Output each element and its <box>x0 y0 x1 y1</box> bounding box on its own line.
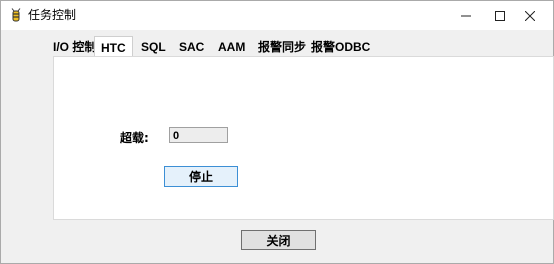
tab-sql[interactable]: SQL <box>141 38 166 56</box>
tab-alarm-odbc[interactable]: 报警ODBC <box>311 38 370 56</box>
tab-aam[interactable]: AAM <box>218 38 245 56</box>
tab-htc[interactable]: HTC <box>94 36 133 57</box>
tab-io-control[interactable]: I/O 控制 <box>53 38 96 56</box>
close-button[interactable]: 关闭 <box>241 230 316 250</box>
overload-label: 超载: <box>120 131 149 145</box>
close-window-button[interactable] <box>507 1 553 30</box>
tab-alarm-sync[interactable]: 报警同步 <box>258 38 306 56</box>
bee-app-icon <box>11 8 21 22</box>
title-bar[interactable]: 任务控制 <box>1 1 553 30</box>
overload-field[interactable]: 0 <box>169 127 228 143</box>
window-title: 任务控制 <box>28 8 77 22</box>
task-control-window: 任务控制 I/O 控制 HTC SQL SAC AAM 报警同步 报警ODBC … <box>0 0 554 264</box>
tab-sac[interactable]: SAC <box>179 38 204 56</box>
maximize-icon <box>495 10 505 21</box>
minimize-icon <box>461 15 471 16</box>
close-icon <box>525 10 535 21</box>
stop-button[interactable]: 停止 <box>164 166 238 187</box>
